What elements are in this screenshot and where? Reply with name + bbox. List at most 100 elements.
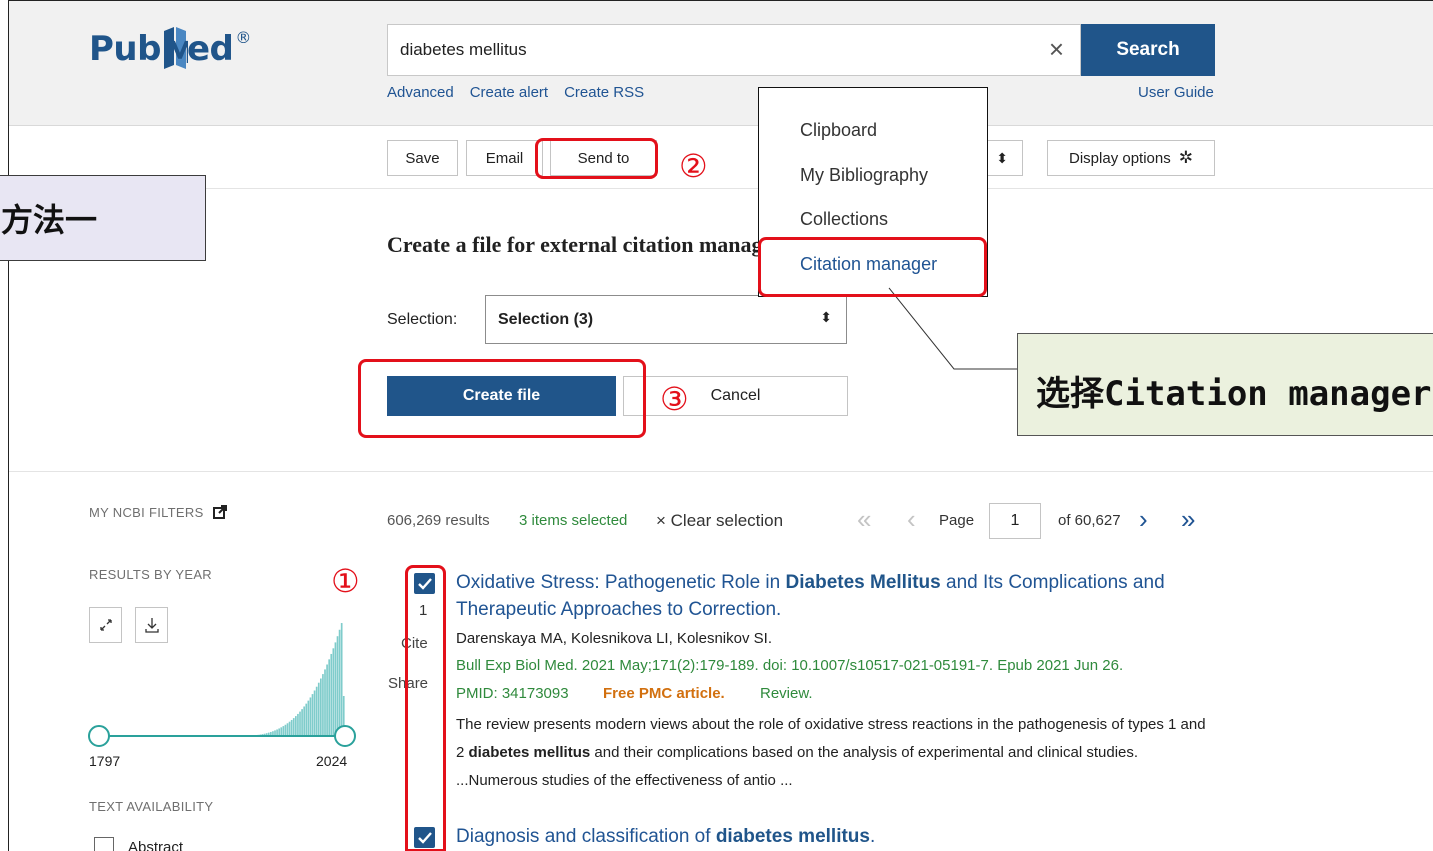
histogram-bar bbox=[307, 700, 310, 736]
clear-selection-button[interactable]: × Clear selection bbox=[656, 511, 783, 531]
histogram-bar bbox=[278, 728, 281, 736]
year-end: 2024 bbox=[316, 753, 348, 769]
last-page-icon[interactable]: » bbox=[1181, 506, 1195, 532]
title-highlight: diabetes mellitus bbox=[715, 826, 870, 847]
highlight-create-file bbox=[358, 359, 646, 438]
step-3-marker: ③ bbox=[660, 380, 689, 418]
histogram-bar bbox=[322, 674, 324, 736]
title-text: Oxidative Stress: Pathogenetic Role in bbox=[456, 572, 786, 593]
my-ncbi-filters-label[interactable]: MY NCBI FILTERS bbox=[89, 505, 228, 522]
snippet-highlight: diabetes mellitus bbox=[468, 744, 591, 761]
histogram-bar bbox=[280, 727, 283, 736]
clear-search-icon[interactable]: × bbox=[1049, 36, 1064, 62]
histogram-bar bbox=[315, 686, 318, 736]
pubmed-logo[interactable]: Pub M ed ® bbox=[89, 19, 251, 79]
histogram-bar bbox=[295, 716, 297, 736]
histogram-bar bbox=[309, 697, 312, 736]
result-pmid: PMID: 34173093 bbox=[456, 685, 569, 702]
logo-text-ed: ed bbox=[186, 29, 234, 69]
step-2-marker: ② bbox=[679, 147, 708, 185]
free-pmc-badge: Free PMC article. bbox=[603, 685, 725, 702]
histogram-bar bbox=[303, 706, 306, 736]
title-text: Diagnosis and classification of bbox=[456, 826, 716, 847]
search-box: × bbox=[387, 24, 1081, 76]
create-rss-link[interactable]: Create RSS bbox=[564, 84, 644, 101]
histogram-bar bbox=[311, 694, 314, 736]
histogram-bar bbox=[297, 713, 299, 736]
save-button[interactable]: Save bbox=[387, 140, 458, 176]
histogram-bar bbox=[336, 636, 339, 736]
search-input[interactable] bbox=[388, 25, 1008, 75]
histogram-bar bbox=[292, 718, 295, 736]
registered-mark: ® bbox=[235, 27, 251, 47]
page-total: of 60,627 bbox=[1058, 512, 1121, 529]
histogram-bar bbox=[299, 711, 301, 736]
advanced-link[interactable]: Advanced bbox=[387, 84, 454, 101]
results-by-year-chart[interactable] bbox=[87, 601, 357, 751]
histogram-bar bbox=[340, 623, 343, 736]
histogram-bar bbox=[284, 724, 287, 736]
selection-value: Selection (3) bbox=[498, 311, 594, 328]
year-start-handle[interactable] bbox=[88, 725, 110, 747]
display-options-label: Display options bbox=[1069, 149, 1171, 167]
menu-item-clipboard[interactable]: Clipboard bbox=[800, 120, 877, 141]
create-alert-link[interactable]: Create alert bbox=[470, 84, 548, 101]
result-meta: PMID: 34173093 Free PMC article. Review. bbox=[456, 685, 813, 702]
histogram-bar bbox=[313, 690, 316, 736]
title-text: . bbox=[869, 826, 876, 847]
highlight-citation-manager bbox=[758, 237, 987, 297]
histogram-bar bbox=[317, 682, 320, 736]
results-count: 606,269 results bbox=[387, 512, 490, 529]
highlight-checkboxes bbox=[405, 565, 446, 851]
histogram-bar bbox=[320, 678, 322, 736]
select-arrow-icon: ⬍ bbox=[820, 309, 832, 325]
pubmed-window: Pub M ed ® × Search Advanced Create aler… bbox=[8, 0, 1433, 851]
callout-text: 选择Citation manager bbox=[1036, 374, 1432, 414]
items-selected: 3 items selected bbox=[519, 512, 628, 529]
year-end-handle[interactable] bbox=[334, 725, 356, 747]
next-page-icon[interactable]: › bbox=[1139, 506, 1148, 532]
year-start: 1797 bbox=[89, 753, 121, 769]
result-type: Review. bbox=[760, 685, 813, 702]
selection-label: Selection: bbox=[387, 311, 458, 328]
user-guide-link[interactable]: User Guide bbox=[1138, 84, 1214, 101]
display-options-button[interactable]: Display options ✲ bbox=[1047, 140, 1215, 176]
divider bbox=[9, 471, 1433, 472]
email-button[interactable]: Email bbox=[466, 140, 543, 176]
histogram-bar bbox=[290, 719, 293, 736]
first-page-icon[interactable]: « bbox=[857, 506, 871, 532]
result-journal: Bull Exp Biol Med. 2021 May;171(2):179-1… bbox=[456, 657, 1124, 674]
histogram-bar bbox=[334, 642, 337, 736]
step-1-marker: ① bbox=[331, 562, 360, 600]
selection-select[interactable]: Selection (3) ⬍ bbox=[485, 295, 847, 344]
menu-item-my-bibliography[interactable]: My Bibliography bbox=[800, 165, 928, 186]
histogram-bar bbox=[286, 723, 289, 736]
abstract-filter[interactable]: Abstract bbox=[94, 837, 183, 851]
histogram-bar bbox=[305, 703, 308, 736]
highlight-send-to bbox=[535, 138, 658, 179]
histogram-bar bbox=[324, 669, 326, 736]
results-by-year-label: RESULTS BY YEAR bbox=[89, 567, 212, 582]
histogram-bar bbox=[338, 629, 341, 736]
text-availability-label: TEXT AVAILABILITY bbox=[89, 799, 214, 814]
abstract-checkbox[interactable] bbox=[94, 837, 114, 851]
panel-title: Create a file for external citation mana… bbox=[387, 232, 783, 257]
page-label: Page bbox=[939, 512, 975, 529]
histogram-bar bbox=[332, 648, 335, 736]
page-input[interactable]: 1 bbox=[989, 503, 1041, 539]
cancel-button[interactable]: Cancel bbox=[623, 376, 848, 416]
result-title-link[interactable]: Oxidative Stress: Pathogenetic Role in D… bbox=[456, 569, 1216, 623]
prev-page-icon[interactable]: ‹ bbox=[907, 506, 916, 532]
search-button[interactable]: Search bbox=[1081, 24, 1215, 76]
histogram-bar bbox=[282, 726, 285, 736]
histogram-bar bbox=[301, 709, 303, 736]
divider bbox=[9, 188, 1433, 189]
method-label: 方法一 bbox=[0, 175, 206, 261]
result-title-link[interactable]: Diagnosis and classification of diabetes… bbox=[456, 823, 1216, 850]
result-snippet: The review presents modern views about t… bbox=[456, 711, 1216, 795]
callout-box: 选择Citation manager bbox=[1017, 333, 1433, 436]
gear-icon: ✲ bbox=[1178, 148, 1193, 167]
logo-text-pub: Pub bbox=[89, 29, 161, 69]
menu-item-collections[interactable]: Collections bbox=[800, 209, 888, 230]
histogram-bar bbox=[330, 653, 333, 736]
